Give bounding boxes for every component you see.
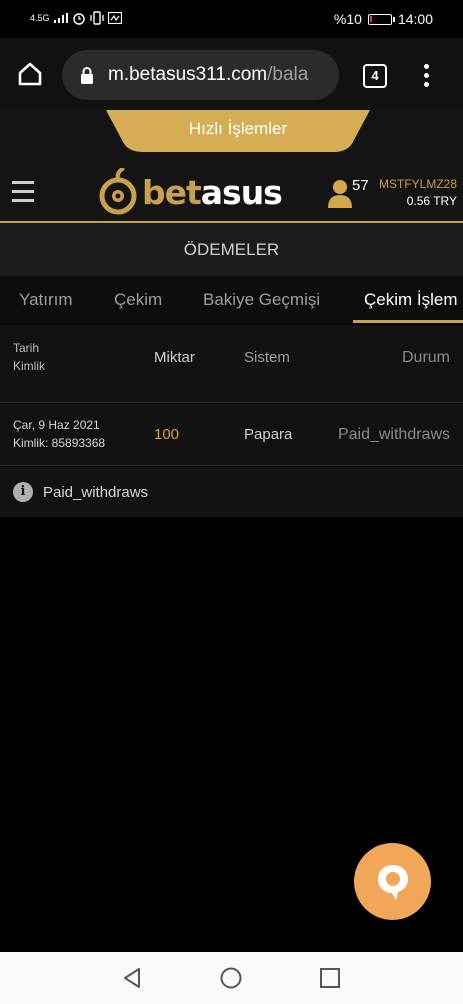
more-vert-icon[interactable] — [420, 64, 432, 90]
logo-mark-icon — [99, 168, 137, 215]
header-status: Durum — [401, 349, 450, 366]
logo-wordmark: betasus — [142, 173, 283, 212]
status-right: %10 14:00 — [334, 11, 433, 27]
alarm-icon — [72, 13, 85, 25]
page-title: ÖDEMELER — [0, 223, 463, 276]
signal-icon — [53, 13, 68, 23]
status-bar: 4.5G %10 14:00 — [0, 0, 463, 38]
url-path: /bala — [267, 64, 309, 85]
user-level-count: 57 — [352, 177, 369, 194]
battery-fill — [369, 15, 372, 22]
tabs-icon[interactable]: 4 — [363, 64, 387, 88]
chat-button[interactable] — [354, 843, 431, 920]
battery-icon — [367, 13, 395, 25]
header-date: Tarih — [13, 341, 40, 355]
network-label: 4.5G — [30, 13, 50, 23]
back-icon[interactable] — [120, 966, 144, 990]
logo-asus: asus — [200, 173, 283, 212]
row-amount: 100 — [154, 426, 180, 443]
vibrate-icon — [89, 11, 104, 25]
logo-bet: bet — [142, 173, 202, 212]
table-row[interactable]: Çar, 9 Haz 2021 Kimlik: 85893368 100 Pap… — [0, 404, 463, 466]
username[interactable]: MSTFYLMZ28 — [379, 177, 457, 191]
payments-tabs: Yatırım Çekim Bakiye Geçmişi Çekim İşlem — [0, 276, 463, 324]
chat-icon — [378, 865, 408, 900]
battery-percent: %10 — [333, 11, 362, 27]
status-note-text: Paid_withdraws — [43, 484, 149, 501]
quick-actions-label: Hızlı İşlemler — [188, 119, 288, 138]
table-header: Tarih Kimlik Miktar Sistem Durum — [0, 325, 463, 403]
user-icon[interactable] — [328, 178, 352, 208]
tab-deposit[interactable]: Yatırım — [19, 290, 73, 310]
recents-icon[interactable] — [318, 966, 342, 990]
row-system: Papara — [244, 426, 293, 443]
clock: 14:00 — [397, 11, 433, 27]
status-note: i Paid_withdraws — [0, 467, 463, 517]
url-text[interactable]: m.betasus311.com/bala — [108, 64, 308, 86]
info-icon: i — [13, 482, 33, 502]
header-id: Kimlik — [13, 359, 45, 373]
url-domain: m.betasus311.com — [108, 64, 268, 85]
row-id: Kimlik: 85893368 — [13, 436, 106, 450]
hamburger-icon[interactable] — [12, 181, 34, 203]
tab-withdraw[interactable]: Çekim — [114, 290, 162, 310]
header-amount: Miktar — [154, 349, 195, 366]
tab-balance-history[interactable]: Bakiye Geçmişi — [203, 290, 320, 310]
nfc-icon — [107, 12, 122, 24]
tab-withdraw-transactions[interactable]: Çekim İşlem — [364, 290, 458, 310]
user-balance: 0.56 TRY — [406, 194, 457, 208]
lock-icon — [81, 67, 93, 84]
home-icon[interactable] — [16, 60, 44, 88]
system-nav-bar — [0, 952, 463, 1004]
active-tab-indicator — [353, 320, 463, 323]
browser-toolbar: m.betasus311.com/bala 4 — [0, 38, 463, 110]
row-date: Çar, 9 Haz 2021 — [13, 418, 100, 432]
address-bar[interactable]: m.betasus311.com/bala — [62, 50, 339, 100]
site-header: Hızlı İşlemler betasus 57 MSTFYLMZ28 0.5… — [0, 110, 463, 223]
site-logo[interactable]: betasus — [98, 168, 283, 216]
header-system: Sistem — [244, 349, 290, 366]
status-left: 4.5G — [30, 11, 122, 25]
quick-actions-tab[interactable]: Hızlı İşlemler — [106, 110, 370, 152]
home-circle-icon[interactable] — [219, 966, 243, 990]
row-status: Paid_withdraws — [337, 426, 450, 443]
